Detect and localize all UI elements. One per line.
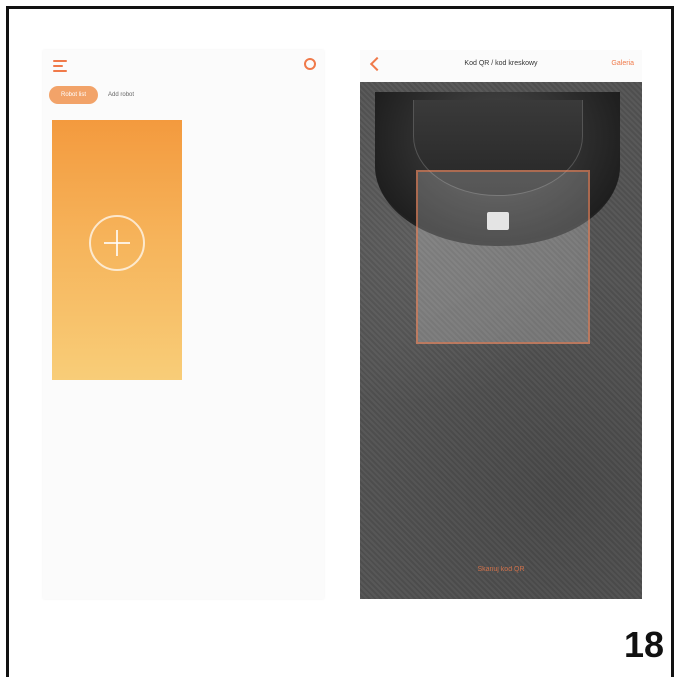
tab-inactive[interactable]: Add robot xyxy=(108,92,134,98)
screen-title: Kod QR / kod kreskowy xyxy=(464,60,538,67)
add-device-card[interactable] xyxy=(52,120,182,380)
gallery-button[interactable]: Galeria xyxy=(611,60,634,67)
top-bar: Kod QR / kod kreskowy Galeria xyxy=(360,50,642,82)
right-phone-screen: Kod QR / kod kreskowy Galeria Skanuj kod… xyxy=(360,50,642,599)
tabs: Robot list Add robot xyxy=(49,86,134,104)
menu-icon[interactable] xyxy=(53,60,67,72)
left-phone-screen: Robot list Add robot xyxy=(43,50,324,599)
tab-active[interactable]: Robot list xyxy=(49,86,99,104)
scan-hint[interactable]: Skanuj kod QR xyxy=(360,566,642,573)
add-icon xyxy=(89,215,145,271)
settings-icon[interactable] xyxy=(304,58,316,70)
camera-view: Skanuj kod QR xyxy=(360,82,642,599)
qr-scan-box xyxy=(416,170,590,344)
page-number: 18 xyxy=(623,624,664,665)
